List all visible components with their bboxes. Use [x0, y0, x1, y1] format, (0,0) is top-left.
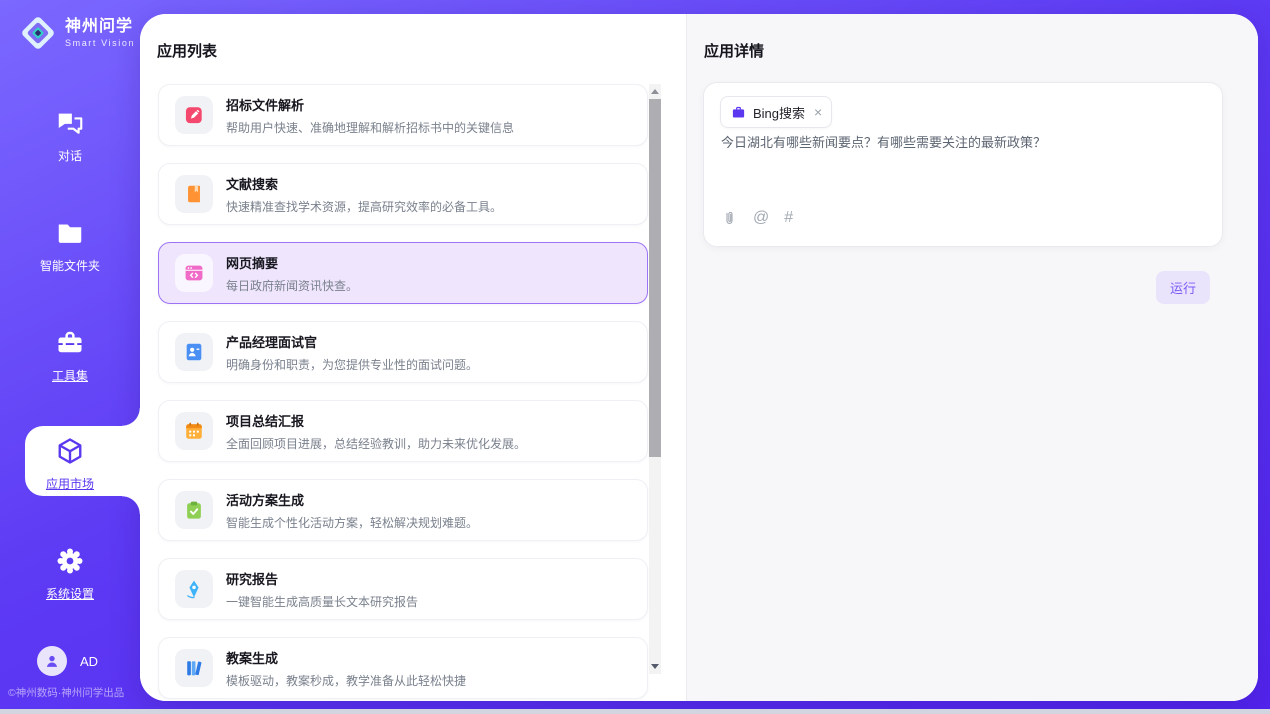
tool-tag-label: Bing搜索: [753, 103, 805, 122]
sidebar-item-label: 智能文件夹: [40, 257, 100, 274]
person-icon: [43, 652, 61, 670]
briefcase-icon: [731, 105, 746, 120]
prism-diamond-icon: [18, 13, 58, 53]
chat-icon: [55, 108, 85, 138]
app-market-cube-icon: [55, 436, 85, 466]
run-button[interactable]: 运行: [1156, 271, 1210, 304]
mention-icon[interactable]: @: [753, 209, 769, 227]
app-name: 项目总结汇报: [226, 411, 526, 430]
user-initials: AD: [80, 654, 98, 669]
brand-name: 神州问学: [65, 18, 135, 36]
sidebar-item-settings-gear[interactable]: 系统设置: [0, 546, 140, 610]
prompt-card: Bing搜索 × 今日湖北有哪些新闻要点？有哪些需要关注的最新政策？ @ #: [703, 82, 1223, 247]
app-description: 明确身份和职责，为您提供专业性的面试问题。: [226, 356, 478, 373]
app-icon-container: [175, 254, 213, 292]
app-list-item[interactable]: 教案生成模板驱动，教案秒成，教学准备从此轻松快捷: [158, 637, 648, 699]
app-description: 每日政府新闻资讯快查。: [226, 277, 358, 294]
sidebar-item-label: 应用市场: [46, 475, 94, 492]
scrollbar-thumb[interactable]: [649, 99, 661, 457]
app-name: 活动方案生成: [226, 490, 478, 509]
app-icon-container: [175, 412, 213, 450]
app-icon-container: [175, 649, 213, 687]
activity-plan-icon: [183, 499, 205, 521]
main-content: 应用列表 招标文件解析帮助用户快速、准确地理解和解析招标书中的关键信息文献搜索快…: [140, 14, 1258, 701]
app-list-item[interactable]: 活动方案生成智能生成个性化活动方案，轻松解决规划难题。: [158, 479, 648, 541]
sidebar-item-app-market-cube[interactable]: 应用市场: [0, 436, 140, 500]
pm-interview-icon: [183, 341, 205, 363]
app-list-panel: 应用列表 招标文件解析帮助用户快速、准确地理解和解析招标书中的关键信息文献搜索快…: [140, 14, 686, 701]
brand-subtitle: Smart Vision: [65, 38, 135, 48]
research-report-icon: [183, 578, 205, 600]
webpage-summary-icon: [183, 262, 205, 284]
app-name: 文献搜索: [226, 174, 502, 193]
app-icon-container: [175, 570, 213, 608]
app-name: 网页摘要: [226, 253, 358, 272]
app-description: 一键智能生成高质量长文本研究报告: [226, 593, 418, 610]
app-list-item[interactable]: 文献搜索快速精准查找学术资源，提高研究效率的必备工具。: [158, 163, 648, 225]
app-description: 帮助用户快速、准确地理解和解析招标书中的关键信息: [226, 119, 514, 136]
app-name: 研究报告: [226, 569, 418, 588]
avatar: [37, 646, 67, 676]
app-icon-container: [175, 491, 213, 529]
bottom-strip: [0, 709, 1270, 714]
user-profile[interactable]: AD: [37, 646, 98, 676]
copyright-footer: ©神州数码·神州问学出品: [8, 685, 158, 700]
smart-folder-icon: [55, 218, 85, 248]
literature-book-icon: [183, 183, 205, 205]
project-report-icon: [183, 420, 205, 442]
sidebar-item-label: 对话: [58, 147, 82, 164]
app-list-item[interactable]: 网页摘要每日政府新闻资讯快查。: [158, 242, 648, 304]
hash-icon[interactable]: #: [784, 209, 793, 227]
sidebar-item-smart-folder[interactable]: 智能文件夹: [0, 218, 140, 282]
scroll-down-icon[interactable]: [651, 664, 659, 669]
bid-document-icon: [183, 104, 205, 126]
app-description: 智能生成个性化活动方案，轻松解决规划难题。: [226, 514, 478, 531]
app-description: 快速精准查找学术资源，提高研究效率的必备工具。: [226, 198, 502, 215]
app-list-item[interactable]: 招标文件解析帮助用户快速、准确地理解和解析招标书中的关键信息: [158, 84, 648, 146]
scroll-up-icon[interactable]: [651, 89, 659, 94]
sidebar-item-toolbox[interactable]: 工具集: [0, 328, 140, 392]
app-list-item[interactable]: 项目总结汇报全面回顾项目进展，总结经验教训，助力未来优化发展。: [158, 400, 648, 462]
brand-logo: 神州问学 Smart Vision: [18, 13, 135, 53]
app-list-title: 应用列表: [157, 40, 217, 61]
lesson-plan-icon: [183, 657, 205, 679]
settings-gear-icon: [55, 546, 85, 576]
attachment-icon[interactable]: [721, 210, 738, 227]
toolbox-icon: [55, 328, 85, 358]
sidebar-item-label: 工具集: [52, 367, 88, 384]
attachment-icon: [721, 210, 738, 227]
tool-tag-bing-search[interactable]: Bing搜索 ×: [720, 96, 832, 128]
app-description: 模板驱动，教案秒成，教学准备从此轻松快捷: [226, 672, 466, 689]
sidebar: 神州问学 Smart Vision 对话智能文件夹工具集应用市场系统设置 AD …: [0, 0, 140, 714]
app-window: 神州问学 Smart Vision 对话智能文件夹工具集应用市场系统设置 AD …: [0, 0, 1270, 714]
app-list-item[interactable]: 产品经理面试官明确身份和职责，为您提供专业性的面试问题。: [158, 321, 648, 383]
sidebar-item-label: 系统设置: [46, 585, 94, 602]
app-icon-container: [175, 96, 213, 134]
tag-close-icon[interactable]: ×: [814, 105, 822, 119]
sidebar-item-chat[interactable]: 对话: [0, 108, 140, 172]
app-list-item[interactable]: 研究报告一键智能生成高质量长文本研究报告: [158, 558, 648, 620]
prompt-input[interactable]: 今日湖北有哪些新闻要点？有哪些需要关注的最新政策？: [721, 133, 1203, 153]
app-detail-panel: 应用详情 Bing搜索 × 今日湖北有哪些新闻要点？有哪些需要关注的最新政策？ …: [686, 14, 1258, 701]
app-detail-title: 应用详情: [704, 40, 764, 61]
app-icon-container: [175, 333, 213, 371]
app-name: 产品经理面试官: [226, 332, 478, 351]
app-description: 全面回顾项目进展，总结经验教训，助力未来优化发展。: [226, 435, 526, 452]
scrollbar[interactable]: [649, 84, 661, 674]
app-name: 教案生成: [226, 648, 466, 667]
app-icon-container: [175, 175, 213, 213]
app-name: 招标文件解析: [226, 95, 514, 114]
